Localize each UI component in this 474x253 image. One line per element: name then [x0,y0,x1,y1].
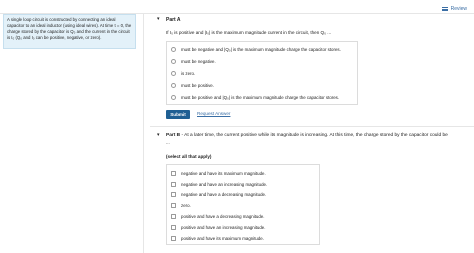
request-answer-link[interactable]: Request Answer [197,111,230,116]
column-divider [143,14,144,253]
option-item[interactable]: negative and have a decreasing magnitude… [171,190,315,201]
option-label: positive and have its maximum magnitude. [181,235,264,241]
part-a-title[interactable]: Part A [166,17,181,23]
submit-button[interactable]: Submit [166,110,190,119]
checkbox[interactable] [171,203,176,209]
option-item[interactable]: negative and have an increasing magnitud… [171,179,315,190]
part-a-question: If I₀ is positive and |I₀| is the maximu… [166,30,332,35]
option-item[interactable]: negative and have its maximum magnitude. [171,168,315,179]
option-item[interactable]: positive and have its maximum magnitude. [171,233,315,244]
option-label: must be negative and |Q₀| is the maximum… [181,47,341,53]
option-item[interactable]: must be positive and |Q₀| is the maximum… [171,91,353,103]
option-item[interactable]: zero. [171,200,315,211]
radio-button[interactable] [171,82,176,88]
list-icon [441,7,448,11]
part-b-question-continued: ... [166,140,170,145]
option-item[interactable]: positive and have an increasing magnitud… [171,222,315,233]
option-item[interactable]: is zero. [171,68,353,80]
part-b-question: - At a later time, the current positive … [180,133,448,138]
section-divider [150,126,474,127]
top-bar: Review [0,0,474,14]
option-label: must be positive and |Q₀| is the maximum… [181,94,340,100]
radio-button[interactable] [171,70,176,76]
checkbox[interactable] [171,224,176,230]
part-b-header: Part B - At a later time, the current po… [166,133,448,138]
option-label: positive and have a decreasing magnitude… [181,214,265,220]
checkbox[interactable] [171,170,176,176]
option-label: negative and have its maximum magnitude. [181,170,266,176]
option-label: positive and have an increasing magnitud… [181,224,266,230]
checkbox[interactable] [171,235,176,241]
collapse-caret-icon[interactable]: ▾ [157,16,160,22]
option-label: must be negative. [181,59,216,65]
option-item[interactable]: must be negative. [171,56,353,68]
checkbox[interactable] [171,181,176,187]
option-label: is zero. [181,70,196,76]
select-all-instruction: (select all that apply) [166,154,212,159]
option-label: negative and have an increasing magnitud… [181,181,268,187]
option-label: negative and have a decreasing magnitude… [181,192,267,198]
checkbox[interactable] [171,192,176,198]
option-item[interactable]: must be negative and |Q₀| is the maximum… [171,44,353,56]
checkbox[interactable] [171,214,176,220]
radio-button[interactable] [171,94,176,100]
review-link[interactable]: Review [441,6,467,12]
option-item[interactable]: must be positive. [171,79,353,91]
part-b-title[interactable]: Part B [166,133,180,138]
option-item[interactable]: positive and have a decreasing magnitude… [171,211,315,222]
part-a-options: must be negative and |Q₀| is the maximum… [166,41,358,105]
part-b-options: negative and have its maximum magnitude.… [166,164,320,245]
review-label: Review [450,6,467,12]
option-label: zero. [181,203,191,209]
collapse-caret-icon[interactable]: ▾ [157,132,160,138]
problem-context: A single loop circuit is constructed by … [3,14,136,49]
radio-button[interactable] [171,59,176,65]
option-label: must be positive. [181,82,214,88]
radio-button[interactable] [171,47,176,53]
